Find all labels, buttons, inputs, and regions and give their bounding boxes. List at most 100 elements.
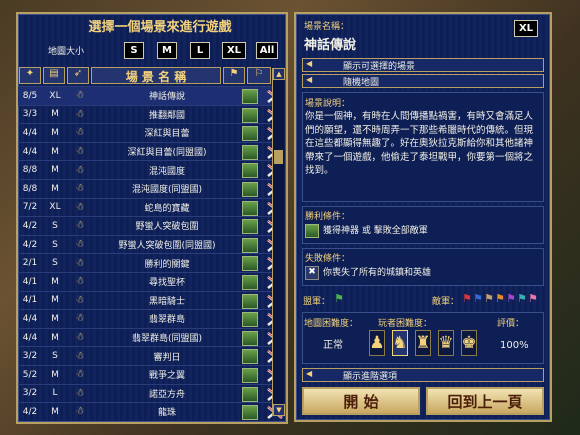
- scenario-name-cell: 戰爭之翼: [148, 371, 185, 382]
- scenario-name-cell: 尋找聖杯: [148, 278, 185, 289]
- table-row[interactable]: 8/5 XL ☃ 神話傳說: [18, 86, 283, 105]
- table-row[interactable]: 4/2 S ☃ 野蠻人突破包圍(同盟國): [18, 234, 283, 254]
- size-l-button[interactable]: L: [190, 42, 210, 59]
- table-row[interactable]: 8/8 M ☃ 混沌國度(同盟國): [18, 179, 283, 198]
- players-cell: 4/2: [22, 220, 38, 231]
- scroll-up-button[interactable]: ▲: [273, 68, 285, 80]
- start-button[interactable]: 開 始: [302, 387, 420, 415]
- table-row[interactable]: 3/3 M ☃ 推翻鄰國: [18, 104, 283, 124]
- map-type-icon: ☃: [75, 294, 85, 306]
- table-row[interactable]: 4/4 M ☃ 翡翠群島: [18, 309, 283, 328]
- sort-name-button[interactable]: 場 景 名 稱: [91, 67, 221, 84]
- map-difficulty-value: 正常: [323, 340, 343, 351]
- back-button[interactable]: 回到上一頁: [426, 387, 544, 415]
- table-row[interactable]: 5/2 M ☃ 戰爭之翼: [18, 365, 283, 384]
- scenario-name-cell: 諾亞方舟: [148, 389, 185, 400]
- players-cell: 4/2: [22, 406, 38, 417]
- player-difficulty-label: 玩者困難度：: [378, 319, 433, 329]
- size-cell: L: [52, 388, 58, 399]
- scenario-name-cell: 蛇島的寶藏: [144, 203, 190, 214]
- table-row[interactable]: 4/4 M ☃ 深紅與目蕾: [18, 123, 283, 142]
- size-all-button[interactable]: All: [256, 42, 278, 59]
- map-type-icon: ☃: [75, 332, 85, 344]
- size-m-button[interactable]: M: [157, 42, 177, 59]
- map-type-icon: ☃: [75, 350, 85, 362]
- victory-condition-icon: [242, 182, 258, 197]
- table-row[interactable]: 3/2 L ☃ 諾亞方舟: [18, 383, 283, 403]
- loss-label: 失敗條件：: [305, 254, 351, 264]
- players-cell: 8/8: [22, 165, 38, 176]
- victory-condition-icon: [242, 256, 258, 272]
- page-title: 選擇一個場景來進行遊戲: [88, 20, 232, 35]
- difficulty-pawn-icon[interactable]: ♟: [369, 330, 385, 356]
- sort-loss-button[interactable]: ⚐: [247, 67, 271, 84]
- advanced-options-button[interactable]: ◀ 顯示進階選項: [302, 368, 544, 382]
- players-cell: 4/4: [22, 127, 38, 138]
- table-row[interactable]: 4/4 M ☃ 深紅與目蕾(同盟國): [18, 141, 283, 161]
- enemy-flag-tan-icon: ⚑: [484, 292, 494, 305]
- victory-label: 勝利條件：: [305, 212, 351, 222]
- victory-icon: [305, 224, 319, 238]
- difficulty-king-icon[interactable]: ♚: [461, 330, 477, 356]
- allies-label: 盟軍：: [303, 297, 331, 307]
- scenario-name-cell: 翡翠群島: [148, 315, 185, 326]
- victory-condition-icon: [242, 275, 258, 290]
- victory-condition-icon: [242, 163, 258, 179]
- size-s-button[interactable]: S: [124, 42, 144, 59]
- difficulty-knight-icon[interactable]: ♞: [392, 330, 408, 356]
- size-cell: S: [52, 220, 58, 231]
- scenario-name-cell: 黑暗騎士: [148, 296, 185, 307]
- scenario-name-cell: 野蠻人突破包圍: [135, 222, 199, 233]
- scroll-thumb[interactable]: [274, 150, 283, 164]
- random-map-button[interactable]: ◀ 隨機地圖: [302, 74, 544, 88]
- map-type-icon: ☃: [75, 239, 85, 251]
- table-row[interactable]: 4/2 S ☃ 野蠻人突破包圍: [18, 216, 283, 235]
- show-scenarios-label: 顯示可選擇的場景: [343, 62, 416, 72]
- size-xl-button[interactable]: XL: [222, 42, 246, 59]
- enemy-flag-purple-icon: ⚑: [506, 292, 516, 305]
- table-row[interactable]: 7/2 XL ☃ 蛇島的寶藏: [18, 197, 283, 217]
- players-cell: 3/2: [22, 351, 38, 362]
- map-type-icon: ☃: [75, 146, 85, 158]
- map-type-icon: ☃: [75, 387, 85, 399]
- players-cell: 5/2: [22, 369, 38, 380]
- scenario-name: 神話傳說: [304, 38, 357, 53]
- show-scenarios-button[interactable]: ◀ 顯示可選擇的場景: [302, 58, 544, 72]
- left-arrow-icon: ◀: [306, 369, 313, 378]
- difficulty-queen-icon[interactable]: ♛: [438, 330, 454, 356]
- map-type-icon: ☃: [75, 183, 85, 195]
- rating-label: 評價：: [497, 319, 525, 329]
- sort-victory-button[interactable]: ⚑: [223, 67, 245, 84]
- players-cell: 4/4: [22, 146, 38, 157]
- scenario-name-cell: 翡翠群島(同盟國): [131, 334, 203, 345]
- players-cell: 8/8: [22, 183, 38, 194]
- players-cell: 3/3: [22, 109, 38, 120]
- table-row[interactable]: 4/4 M ☃ 翡翠群島(同盟國): [18, 327, 283, 347]
- players-cell: 4/4: [22, 313, 38, 324]
- left-arrow-icon: ◀: [306, 75, 313, 84]
- table-row[interactable]: 4/1 M ☃ 尋找聖杯: [18, 272, 283, 291]
- scenario-name-cell: 神話傳說: [148, 92, 185, 103]
- size-cell: M: [51, 183, 59, 194]
- size-cell: XL: [49, 202, 61, 213]
- table-row[interactable]: 4/1 M ☃ 黑暗騎士: [18, 290, 283, 310]
- sort-size-button[interactable]: ▤: [43, 67, 65, 84]
- scroll-down-button[interactable]: ▼: [273, 404, 285, 416]
- victory-condition-icon: [242, 405, 258, 421]
- size-cell: M: [51, 276, 59, 287]
- size-cell: M: [51, 313, 59, 324]
- table-row[interactable]: 3/2 S ☃ 審判日: [18, 346, 283, 365]
- map-type-icon: ☃: [75, 108, 85, 120]
- victory-condition-icon: [242, 293, 258, 309]
- table-row[interactable]: 4/2 M ☃ 龍珠: [18, 402, 283, 421]
- size-cell: M: [51, 127, 59, 138]
- sort-type-button[interactable]: ➶: [67, 67, 89, 84]
- table-row[interactable]: 8/8 M ☃ 混沌國度: [18, 160, 283, 179]
- map-size-label: 地圖大小: [48, 47, 85, 57]
- difficulty-rook-icon[interactable]: ♜: [415, 330, 431, 356]
- sort-players-button[interactable]: ✦: [19, 67, 41, 84]
- table-row[interactable]: 2/1 S ☃ 勝利的關鍵: [18, 253, 283, 272]
- size-cell: M: [51, 109, 59, 120]
- scrollbar[interactable]: ▲ ▼: [272, 68, 285, 416]
- victory-text: 獲得神器 或 擊敗全部敵軍: [323, 226, 428, 236]
